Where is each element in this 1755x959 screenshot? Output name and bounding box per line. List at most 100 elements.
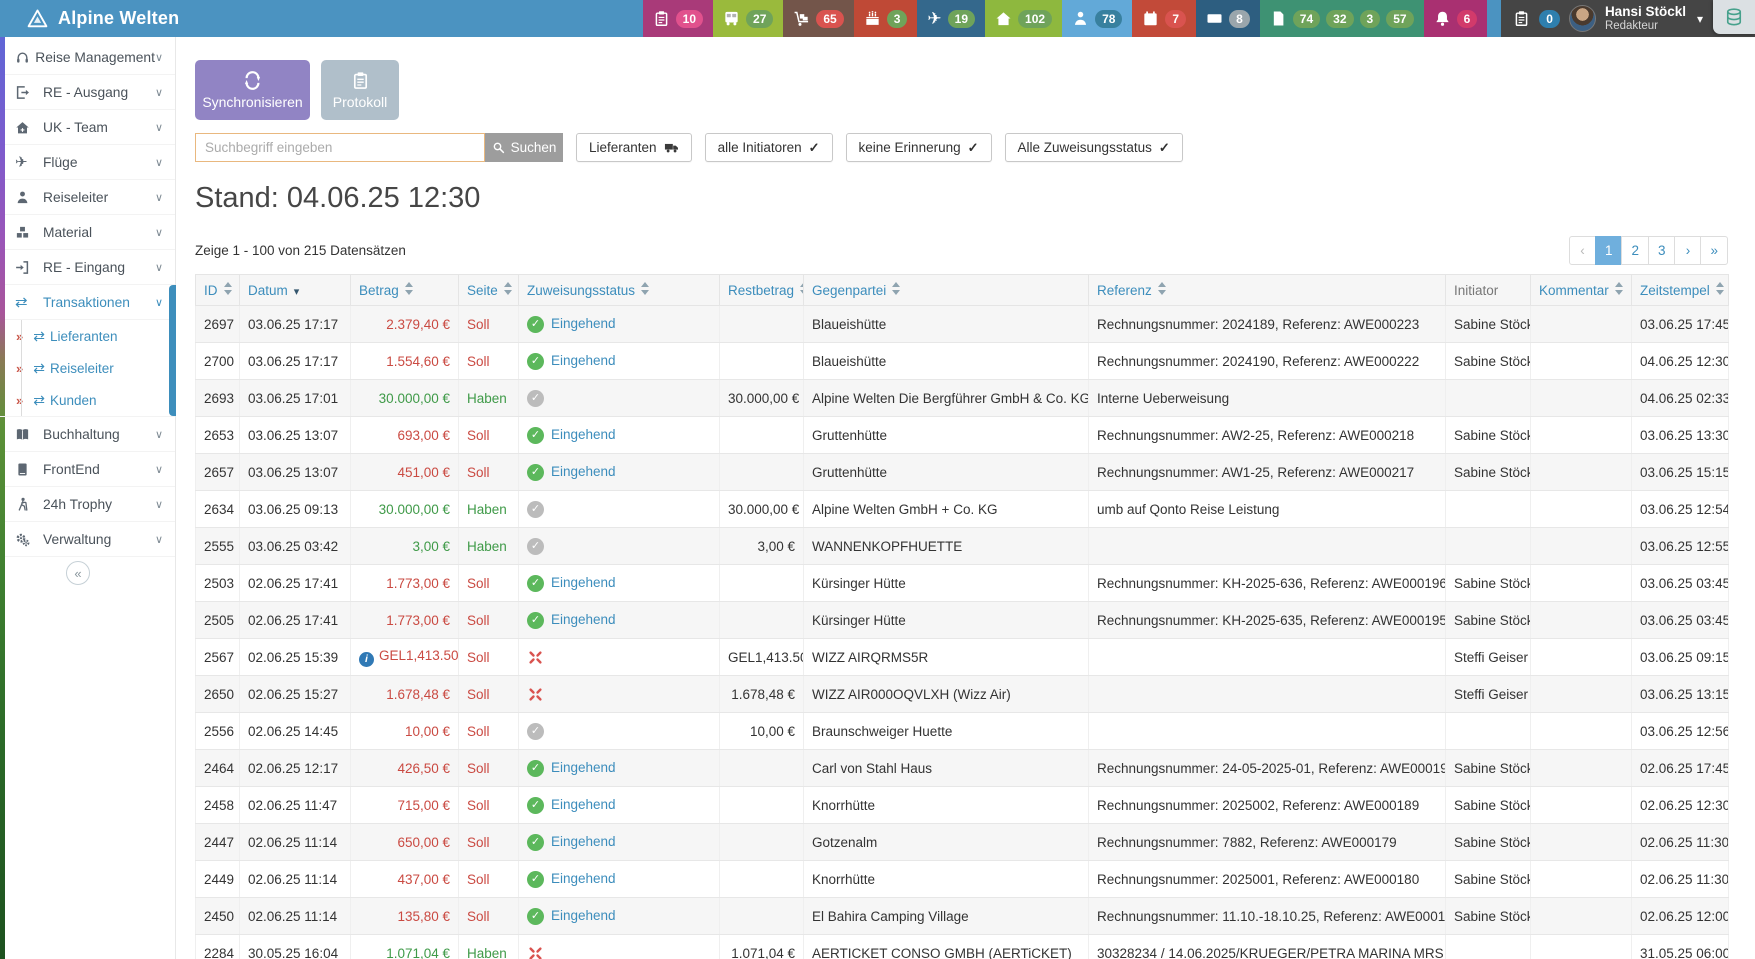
sidebar-item-material[interactable]: Material∨ [0, 215, 175, 250]
page-button-1[interactable]: 1 [1595, 236, 1623, 265]
sidebar-item-buchhaltung[interactable]: Buchhaltung∨ [0, 417, 175, 452]
avatar[interactable] [1569, 5, 1596, 32]
cell-gegenpartei: Alpine Welten GmbH + Co. KG [804, 491, 1089, 528]
filter-keine-erinnerung[interactable]: keine Erinnerung✓ [846, 133, 992, 162]
cell-datum: 02.06.25 15:39 [240, 639, 351, 676]
nav-item-bus[interactable]: 27 [713, 0, 783, 37]
nav-item-home[interactable]: 102 [985, 0, 1062, 37]
cell-zeitstempel: 03.06.25 03:45 [1632, 565, 1729, 602]
table-row: 246402.06.25 12:17426,50 €SollEingehendC… [196, 750, 1729, 787]
sidebar-item-transaktionen[interactable]: ⇄Transaktionen∨ [0, 285, 175, 320]
sidebar-item-label: RE - Eingang [43, 260, 125, 275]
sidebar-item-reiseleiter[interactable]: Reiseleiter∨ [0, 180, 175, 215]
sidebar-item-label: Material [43, 225, 92, 240]
eingehend-link[interactable]: Eingehend [551, 908, 616, 923]
column-header-referenz[interactable]: Referenz [1089, 275, 1446, 306]
sign-in-icon [15, 260, 30, 275]
column-header-restbetrag[interactable]: Restbetrag [720, 275, 804, 306]
eingehend-link[interactable]: Eingehend [551, 760, 616, 775]
cell-referenz: Rechnungsnummer: 2024189, Referenz: AWE0… [1089, 306, 1446, 343]
column-header-datum[interactable]: Datum▾ [240, 275, 351, 306]
cell-gegenpartei: Carl von Stahl Haus [804, 750, 1089, 787]
cell-datum: 03.06.25 03:42 [240, 528, 351, 565]
info-icon[interactable]: i [359, 652, 374, 667]
sidebar-collapse-button[interactable]: « [66, 561, 90, 585]
eingehend-link[interactable]: Eingehend [551, 427, 616, 442]
sidebar-subitem-reiseleiter[interactable]: »⇄Reiseleiter [0, 352, 175, 384]
page-button-‹[interactable]: ‹ [1569, 236, 1596, 265]
column-header-zuweisungsstatus[interactable]: Zuweisungsstatus [519, 275, 720, 306]
eingehend-link[interactable]: Eingehend [551, 612, 616, 627]
cell-seite: Haben [459, 528, 519, 565]
column-header-seite[interactable]: Seite [459, 275, 519, 306]
sidebar-item-frontend[interactable]: FrontEnd∨ [0, 452, 175, 487]
synchronisieren-button[interactable]: Synchronisieren [195, 60, 310, 120]
home-icon [995, 10, 1012, 27]
badge-count: 65 [816, 10, 843, 28]
eingehend-link[interactable]: Eingehend [551, 353, 616, 368]
search-button[interactable]: Suchen [485, 133, 563, 162]
column-header-betrag[interactable]: Betrag [351, 275, 459, 306]
sidebar-item-24h-trophy[interactable]: 24h Trophy∨ [0, 487, 175, 522]
cell-referenz: Rechnungsnummer: 2024190, Referenz: AWE0… [1089, 343, 1446, 380]
badge-count: 57 [1386, 10, 1413, 28]
column-header-kommentar[interactable]: Kommentar [1531, 275, 1632, 306]
sidebar-item-re-ausgang[interactable]: RE - Ausgang∨ [0, 75, 175, 110]
check-circle-icon [527, 871, 544, 888]
eingehend-link[interactable]: Eingehend [551, 871, 616, 886]
page-button-›[interactable]: › [1674, 236, 1701, 265]
eingehend-link[interactable]: Eingehend [551, 797, 616, 812]
table-header-row: IDDatum▾BetragSeiteZuweisungsstatusRestb… [196, 275, 1729, 306]
sidebar-subitem-lieferanten[interactable]: »⇄Lieferanten [0, 320, 175, 352]
eingehend-link[interactable]: Eingehend [551, 316, 616, 331]
nav-item-bell[interactable]: 6 [1424, 0, 1488, 37]
nav-item-clipboard[interactable]: 10 [643, 0, 713, 37]
eingehend-link[interactable]: Eingehend [551, 575, 616, 590]
chevron-down-icon: ∨ [155, 463, 163, 476]
cell-betrag: 30.000,00 € [351, 380, 459, 417]
nav-item-cake[interactable]: 3 [854, 0, 918, 37]
nav-item-plane[interactable]: ✈19 [917, 0, 985, 37]
cubes-icon [15, 225, 39, 240]
nav-item-document[interactable]: 7432357 [1260, 0, 1424, 37]
eingehend-link[interactable]: Eingehend [551, 464, 616, 479]
double-angle-icon: » [16, 393, 23, 408]
column-header-gegenpartei[interactable]: Gegenpartei [804, 275, 1089, 306]
user-info: Hansi Stöckl Redakteur [1605, 4, 1686, 33]
exchange-icon: ⇄ [15, 295, 39, 310]
sidebar-item-flüge[interactable]: ✈Flüge∨ [0, 145, 175, 180]
nav-item-cart[interactable]: 65 [783, 0, 853, 37]
sidebar-item-verwaltung[interactable]: Verwaltung∨ [0, 522, 175, 557]
exchange-icon: ⇄ [33, 392, 45, 409]
protokoll-button[interactable]: Protokoll [321, 60, 399, 120]
eingehend-link[interactable]: Eingehend [551, 834, 616, 849]
sidebar-item-re-eingang[interactable]: RE - Eingang∨ [0, 250, 175, 285]
nav-item-calendar[interactable]: 7 [1132, 0, 1196, 37]
chevron-down-icon[interactable]: ▾ [1697, 12, 1703, 26]
nav-item-money[interactable]: 8 [1196, 0, 1260, 37]
check-circle-icon [527, 908, 544, 925]
sign-out-icon [15, 85, 30, 100]
sidebar-item-reise-management[interactable]: Reise Management∨ [0, 40, 175, 75]
column-header-zeitstempel[interactable]: Zeitstempel [1632, 275, 1729, 306]
filter-alle-zuweisungsstatus[interactable]: Alle Zuweisungsstatus✓ [1005, 133, 1183, 162]
sort-icon [504, 282, 513, 295]
check-icon: ✓ [968, 140, 979, 156]
search-input[interactable] [195, 133, 485, 162]
cell-seite: Soll [459, 676, 519, 713]
person-icon [1072, 10, 1089, 27]
cell-betrag: 451,00 € [351, 454, 459, 491]
filter-alle-initiatoren[interactable]: alle Initiatoren✓ [705, 133, 833, 162]
sidebar-item-uk-team[interactable]: UK - Team∨ [0, 110, 175, 145]
cell-kommentar [1531, 417, 1632, 454]
filter-lieferanten[interactable]: Lieferanten [576, 133, 692, 162]
column-header-id[interactable]: ID [196, 275, 240, 306]
page-button-2[interactable]: 2 [1621, 236, 1649, 265]
page-button-3[interactable]: 3 [1648, 236, 1676, 265]
coins-widget[interactable] [1713, 0, 1755, 34]
page-button-»[interactable]: » [1700, 236, 1728, 265]
nav-item-person[interactable]: 78 [1062, 0, 1132, 37]
cell-gegenpartei: Alpine Welten Die Bergführer GmbH & Co. … [804, 380, 1089, 417]
brand[interactable]: Alpine Welten [0, 0, 230, 37]
sidebar-subitem-kunden[interactable]: »⇄Kunden [0, 384, 175, 416]
